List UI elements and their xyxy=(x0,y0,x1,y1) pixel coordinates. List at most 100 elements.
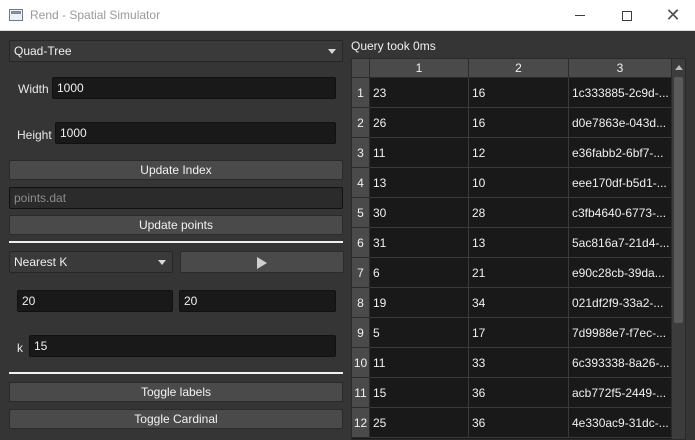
table-row[interactable]: 5 30 28 c3fb4640-6773-... xyxy=(352,198,672,228)
toggle-labels-button[interactable]: Toggle labels xyxy=(9,382,343,402)
window-title: Rend - Spatial Simulator xyxy=(30,8,161,22)
table-cell[interactable]: 26 xyxy=(370,108,469,138)
query-x-field[interactable]: 20 xyxy=(17,290,173,312)
query-type-select[interactable]: Nearest K xyxy=(9,251,173,273)
row-header[interactable]: 6 xyxy=(352,228,370,258)
minimize-button[interactable] xyxy=(557,0,603,31)
table-row[interactable]: 4 13 10 eee170df-b5d1-... xyxy=(352,168,672,198)
table-cell[interactable]: 31 xyxy=(370,228,469,258)
column-header[interactable]: 2 xyxy=(469,59,569,78)
results-table[interactable]: 1 2 3 1 23 16 1c333885-2c9d-... 2 26 16 d0e7863… xyxy=(351,58,686,440)
table-cell[interactable]: 19 xyxy=(370,288,469,318)
table-row[interactable]: 1 23 16 1c333885-2c9d-... xyxy=(352,78,672,108)
column-header[interactable]: 3 xyxy=(569,59,672,78)
table-cell[interactable]: 21 xyxy=(469,258,569,288)
row-header[interactable]: 8 xyxy=(352,288,370,318)
table-row[interactable]: 10 11 33 6c393338-8a26-... xyxy=(352,348,672,378)
run-query-button[interactable] xyxy=(180,251,344,273)
table-row[interactable]: 7 6 21 e90c28cb-39da... xyxy=(352,258,672,288)
table-row[interactable]: 12 25 36 4e330ac9-31dc-... xyxy=(352,408,672,438)
height-label: Height xyxy=(17,128,52,142)
table-row[interactable]: 6 31 13 5ac816a7-21d4-... xyxy=(352,228,672,258)
table-cell[interactable]: 11 xyxy=(370,348,469,378)
height-field[interactable]: 1000 xyxy=(55,122,336,144)
table-cell[interactable]: 23 xyxy=(370,78,469,108)
table-cell[interactable]: 16 xyxy=(469,78,569,108)
table-cell[interactable]: 12 xyxy=(469,138,569,168)
width-label: Width xyxy=(18,82,49,96)
row-header[interactable]: 1 xyxy=(352,78,370,108)
table-cell[interactable]: 13 xyxy=(469,228,569,258)
row-header[interactable]: 7 xyxy=(352,258,370,288)
chevron-down-icon xyxy=(328,49,336,54)
table-cell[interactable]: 11 xyxy=(370,138,469,168)
row-header[interactable]: 11 xyxy=(352,378,370,408)
table-cell[interactable]: 7d9988e7-f7ec-... xyxy=(569,318,672,348)
table-cell[interactable]: 36 xyxy=(469,408,569,438)
row-header[interactable]: 12 xyxy=(352,408,370,438)
close-button[interactable]: ✕ xyxy=(650,0,695,31)
table-cell[interactable]: e36fabb2-6bf7-... xyxy=(569,138,672,168)
table-cell[interactable]: 25 xyxy=(370,408,469,438)
table-cell[interactable]: 30 xyxy=(370,198,469,228)
play-icon xyxy=(257,257,267,269)
table-cell[interactable]: 34 xyxy=(469,288,569,318)
width-field[interactable]: 1000 xyxy=(52,77,336,99)
table-cell[interactable]: 15 xyxy=(370,378,469,408)
points-file-field[interactable]: points.dat xyxy=(9,187,343,209)
table-corner[interactable] xyxy=(352,59,370,78)
table-cell[interactable]: 17 xyxy=(469,318,569,348)
toggle-cardinal-button[interactable]: Toggle Cardinal xyxy=(9,409,343,429)
minimize-icon xyxy=(575,15,585,16)
table-cell[interactable]: c3fb4640-6773-... xyxy=(569,198,672,228)
table-cell[interactable]: 28 xyxy=(469,198,569,228)
table-cell[interactable]: acb772f5-2449-... xyxy=(569,378,672,408)
column-header[interactable]: 1 xyxy=(370,59,469,78)
section-divider xyxy=(9,241,343,243)
maximize-button[interactable] xyxy=(604,0,650,31)
table-row[interactable]: 8 19 34 021df2f9-33a2-... xyxy=(352,288,672,318)
table-cell[interactable]: 13 xyxy=(370,168,469,198)
row-header[interactable]: 3 xyxy=(352,138,370,168)
row-header[interactable]: 2 xyxy=(352,108,370,138)
table-cell[interactable]: 10 xyxy=(469,168,569,198)
table-cell[interactable]: e90c28cb-39da... xyxy=(569,258,672,288)
table-cell[interactable]: 6c393338-8a26-... xyxy=(569,348,672,378)
table-cell[interactable]: 1c333885-2c9d-... xyxy=(569,78,672,108)
table-cell[interactable]: 36 xyxy=(469,378,569,408)
query-status: Query took 0ms xyxy=(351,39,436,53)
scroll-up-icon[interactable] xyxy=(675,65,683,70)
vertical-scrollbar[interactable] xyxy=(671,59,685,439)
query-type-value: Nearest K xyxy=(14,255,68,269)
table-cell[interactable]: 5ac816a7-21d4-... xyxy=(569,228,672,258)
table-cell[interactable]: 6 xyxy=(370,258,469,288)
row-header[interactable]: 10 xyxy=(352,348,370,378)
maximize-icon xyxy=(622,10,632,21)
app-window-icon xyxy=(9,9,23,21)
scrollbar-thumb[interactable] xyxy=(674,77,683,323)
table-cell[interactable]: 16 xyxy=(469,108,569,138)
table-row[interactable]: 2 26 16 d0e7863e-043d... xyxy=(352,108,672,138)
row-header[interactable]: 5 xyxy=(352,198,370,228)
row-header[interactable]: 9 xyxy=(352,318,370,348)
table-row[interactable]: 9 5 17 7d9988e7-f7ec-... xyxy=(352,318,672,348)
table-cell[interactable]: 4e330ac9-31dc-... xyxy=(569,408,672,438)
table-cell[interactable]: 5 xyxy=(370,318,469,348)
table-cell[interactable]: eee170df-b5d1-... xyxy=(569,168,672,198)
table-body: 1 23 16 1c333885-2c9d-... 2 26 16 d0e7863e-043d… xyxy=(352,78,672,438)
title-bar: Rend - Spatial Simulator ✕ xyxy=(0,0,695,31)
k-field[interactable]: 15 xyxy=(29,335,336,357)
update-index-button[interactable]: Update Index xyxy=(9,160,343,180)
row-header[interactable]: 4 xyxy=(352,168,370,198)
table-row[interactable]: 11 15 36 acb772f5-2449-... xyxy=(352,378,672,408)
update-points-button[interactable]: Update points xyxy=(9,215,343,235)
table-cell[interactable]: 33 xyxy=(469,348,569,378)
section-divider xyxy=(9,372,343,374)
index-type-select[interactable]: Quad-Tree xyxy=(9,40,343,62)
table-cell[interactable]: 021df2f9-33a2-... xyxy=(569,288,672,318)
table-cell[interactable]: d0e7863e-043d... xyxy=(569,108,672,138)
close-icon: ✕ xyxy=(665,5,681,25)
query-y-field[interactable]: 20 xyxy=(179,290,336,312)
table-row[interactable]: 3 11 12 e36fabb2-6bf7-... xyxy=(352,138,672,168)
chevron-down-icon xyxy=(158,260,166,265)
